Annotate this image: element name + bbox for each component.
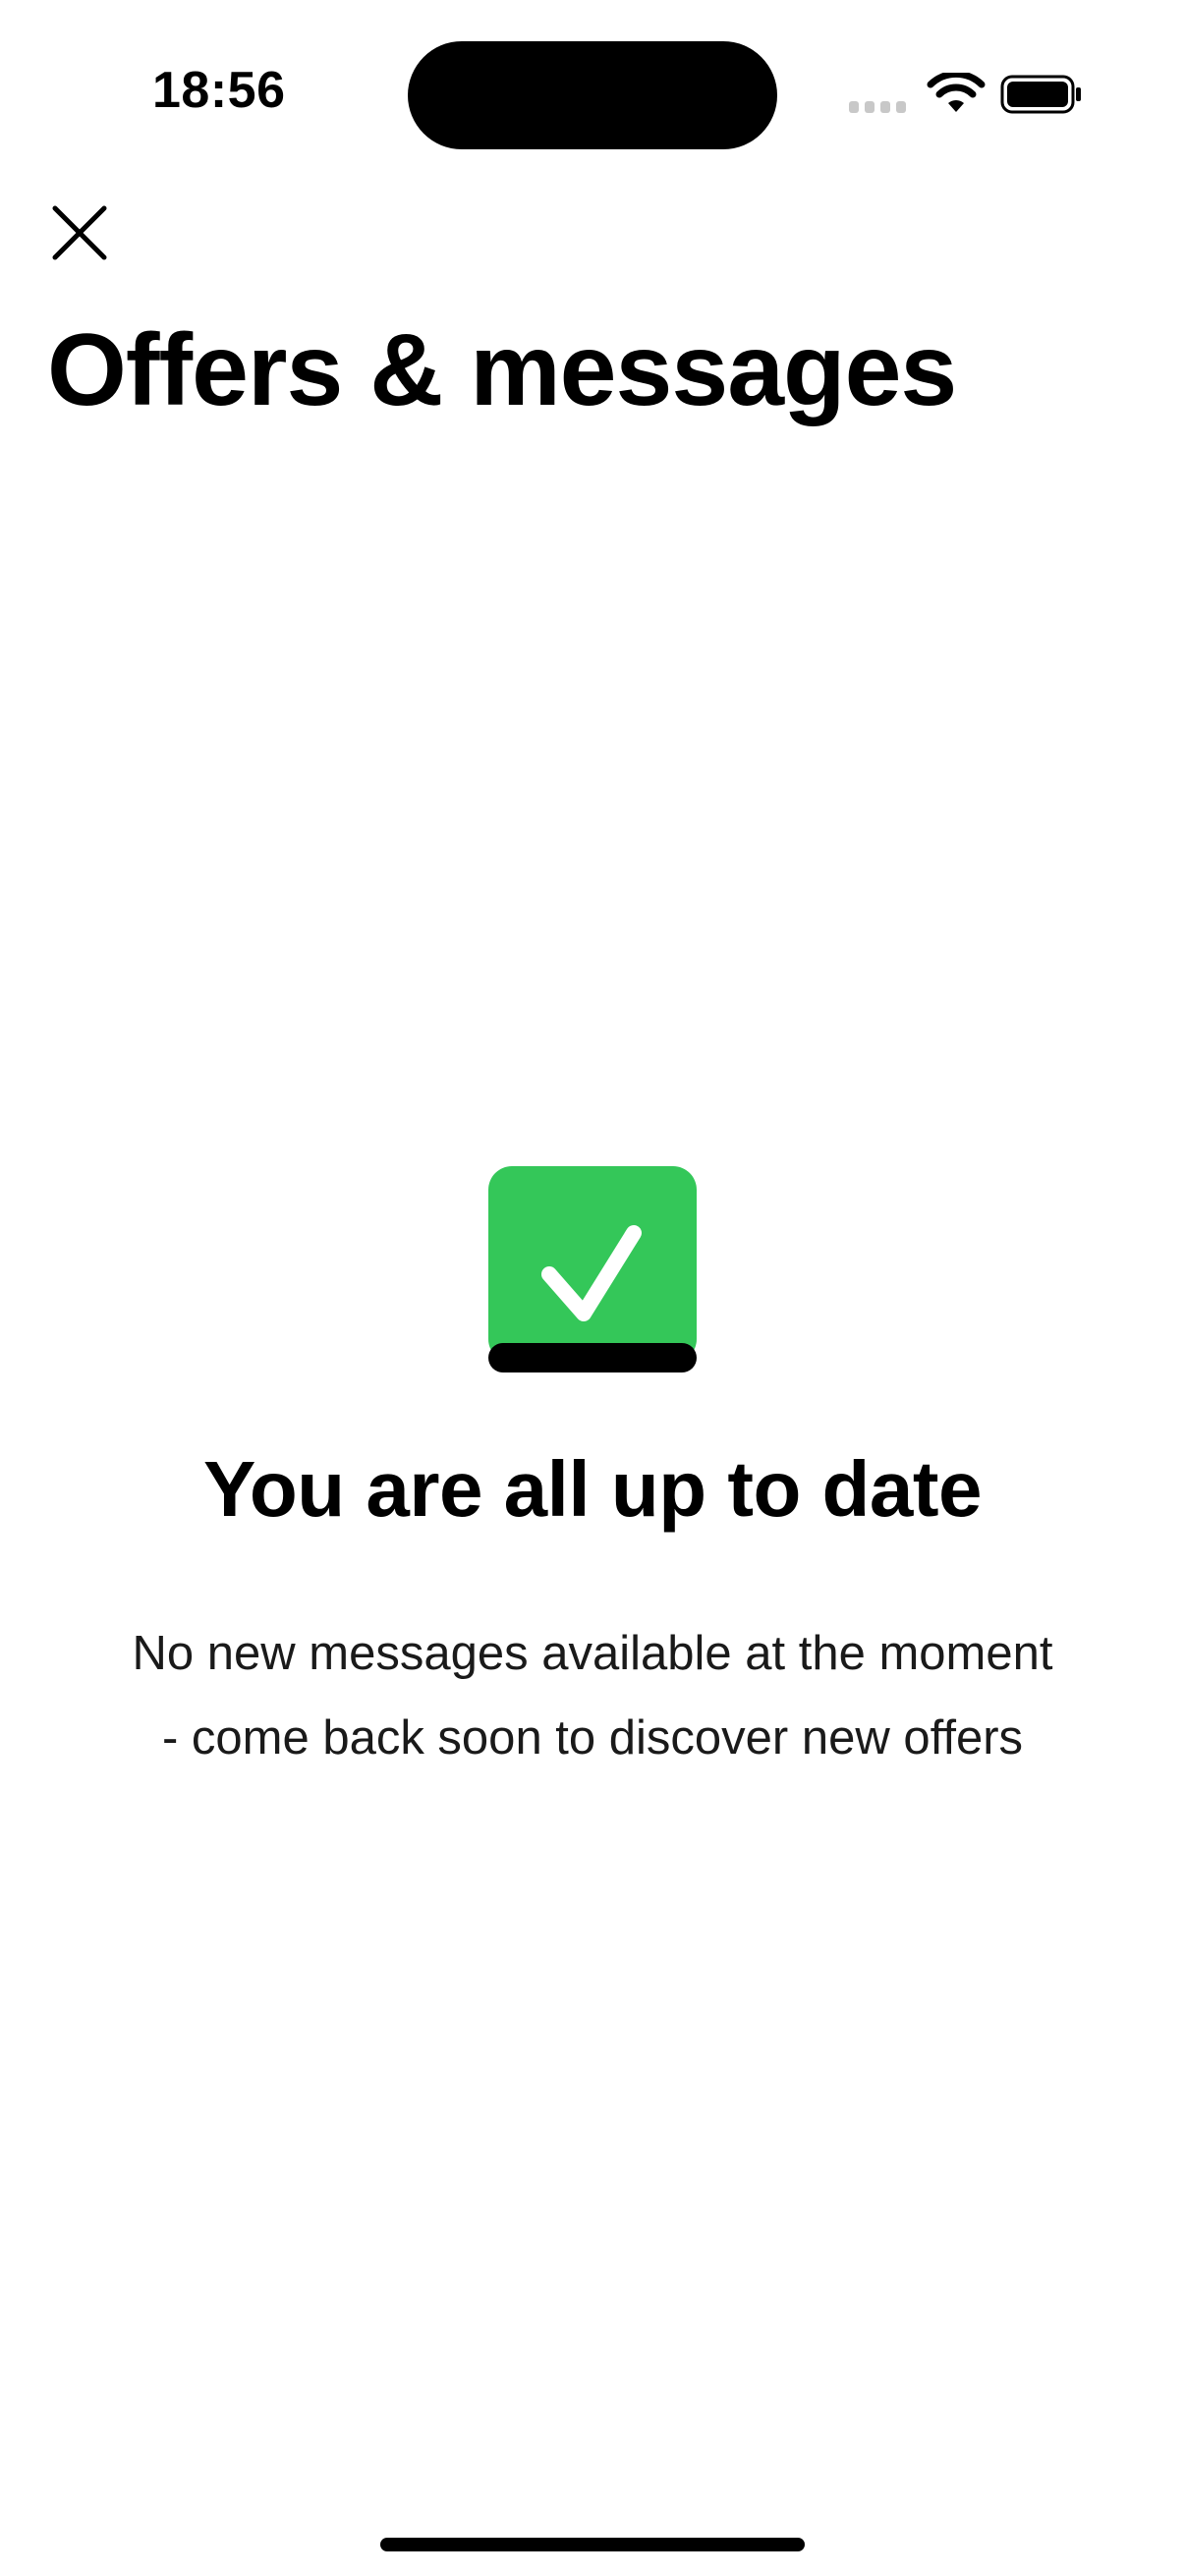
close-button[interactable] <box>43 196 116 269</box>
home-indicator[interactable] <box>380 2538 805 2551</box>
empty-state-message-line2: - come back soon to discover new offers <box>161 1711 1024 1764</box>
empty-state-title: You are all up to date <box>202 1445 983 1533</box>
signal-icon <box>849 101 908 113</box>
empty-state-message: No new messages available at the moment … <box>0 1611 1185 1780</box>
status-bar: 18:56 <box>0 0 1185 187</box>
wifi-icon <box>927 73 986 112</box>
empty-state-message-line1: No new messages available at the moment <box>132 1627 1053 1680</box>
status-time: 18:56 <box>152 62 286 119</box>
dynamic-island <box>408 41 777 149</box>
page-title: Offers & messages <box>47 313 957 427</box>
close-icon <box>52 205 107 260</box>
green-checkbox-icon <box>488 1166 697 1372</box>
battery-icon <box>1000 75 1081 114</box>
